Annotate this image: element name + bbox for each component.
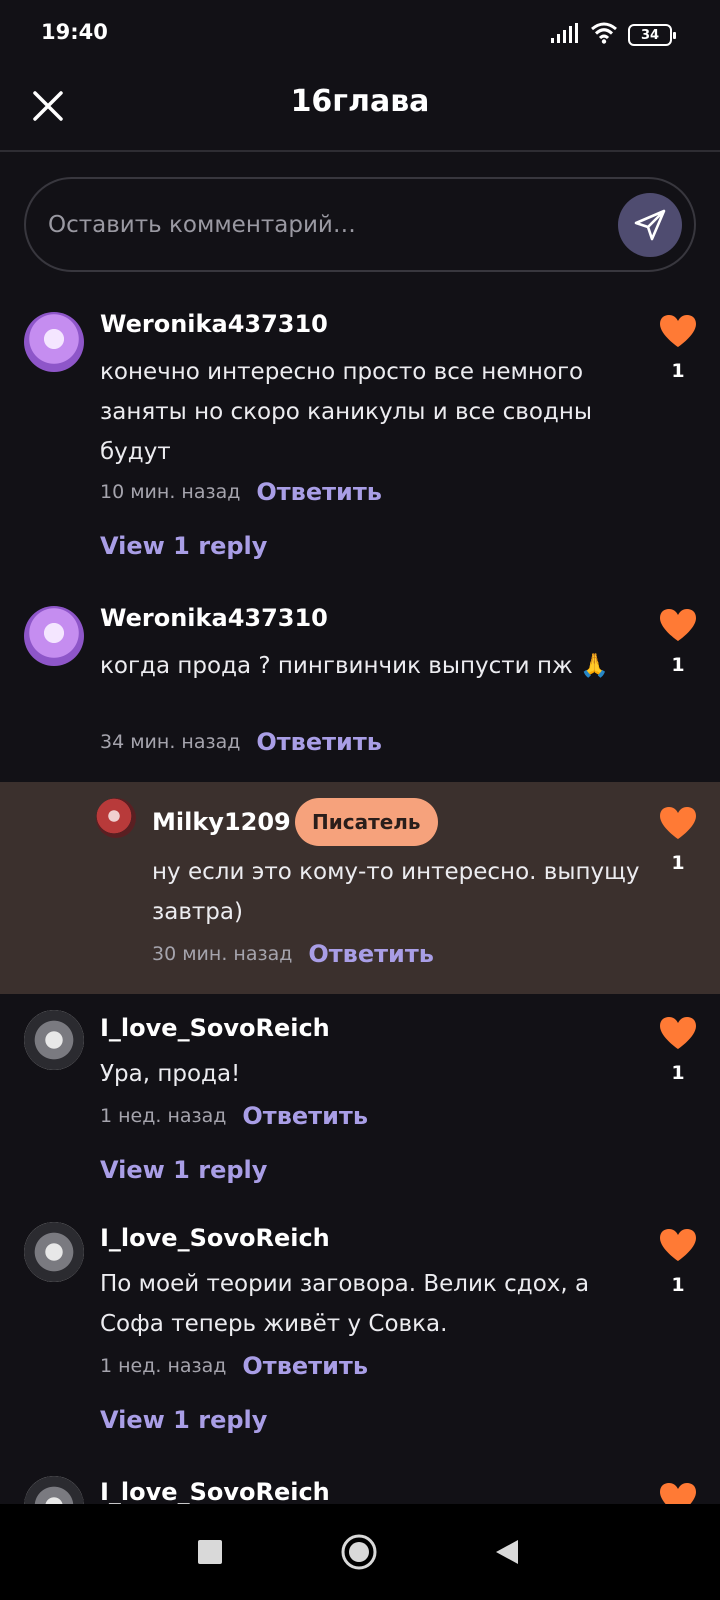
header: 16глава bbox=[0, 70, 720, 152]
comments-list: Weronika437310 конечно интересно просто … bbox=[0, 290, 720, 1504]
reply-button[interactable]: Ответить bbox=[308, 940, 434, 968]
status-icons: 34 bbox=[550, 20, 676, 50]
comment-box bbox=[24, 177, 696, 272]
heart-icon bbox=[660, 1483, 696, 1504]
like-button[interactable]: 1 bbox=[658, 314, 698, 382]
heart-icon bbox=[660, 1017, 696, 1049]
comment-time: 1 нед. назад bbox=[100, 1355, 227, 1377]
like-count: 1 bbox=[671, 1062, 685, 1084]
author-badge: Писатель bbox=[295, 798, 438, 846]
wifi-icon bbox=[590, 22, 618, 48]
like-count: 1 bbox=[671, 1274, 685, 1296]
comment-text: Ура, прода! bbox=[100, 1061, 241, 1087]
like-count: 1 bbox=[671, 654, 685, 676]
like-count: 1 bbox=[671, 360, 685, 382]
comment-meta: 1 нед. назад Ответить bbox=[100, 1102, 368, 1130]
user-avatar[interactable] bbox=[24, 1010, 84, 1070]
reply-item: Milky1209 Писатель ну если это кому-то и… bbox=[0, 782, 720, 994]
comment-item: I_love_SovoReich Ура, прода! 1 нед. наза… bbox=[0, 994, 720, 1210]
square-icon bbox=[198, 1540, 222, 1564]
reply-button[interactable]: Ответить bbox=[256, 728, 382, 756]
like-button[interactable]: 1 bbox=[658, 806, 698, 874]
send-button[interactable] bbox=[618, 193, 682, 257]
circle-icon bbox=[341, 1534, 377, 1570]
comment-input[interactable] bbox=[48, 179, 608, 270]
like-button[interactable]: 1 bbox=[658, 1016, 698, 1084]
comment-text: когда прода ? пингвинчик выпусти пж 🙏 bbox=[100, 653, 609, 679]
signal-icon bbox=[550, 22, 580, 48]
comment-time: 30 мин. назад bbox=[152, 943, 293, 965]
back-triangle-icon bbox=[496, 1540, 518, 1564]
status-time: 19:40 bbox=[41, 20, 108, 44]
back-button[interactable] bbox=[485, 1530, 529, 1574]
reply-button[interactable]: Ответить bbox=[242, 1102, 368, 1130]
comment-username[interactable]: Weronika437310 bbox=[100, 604, 328, 632]
comment-meta: 34 мин. назад Ответить bbox=[100, 728, 382, 756]
like-button[interactable] bbox=[658, 1482, 698, 1504]
comment-item: Weronika437310 когда прода ? пингвинчик … bbox=[0, 584, 720, 782]
view-replies-button[interactable]: View 1 reply bbox=[100, 532, 267, 560]
comment-time: 1 нед. назад bbox=[100, 1105, 227, 1127]
user-avatar[interactable] bbox=[24, 312, 84, 372]
heart-icon bbox=[660, 315, 696, 347]
status-bar: 19:40 34 bbox=[0, 0, 720, 70]
battery-icon: 34 bbox=[628, 24, 676, 46]
comment-item: I_love_SovoReich По моей теории заговора… bbox=[0, 1210, 720, 1464]
comment-username[interactable]: I_love_SovoReich bbox=[100, 1478, 330, 1504]
reply-button[interactable]: Ответить bbox=[256, 478, 382, 506]
system-nav-bar bbox=[0, 1504, 720, 1600]
send-icon bbox=[634, 209, 666, 241]
comment-meta: 10 мин. назад Ответить bbox=[100, 478, 382, 506]
page-title: 16глава bbox=[290, 84, 430, 119]
comment-time: 10 мин. назад bbox=[100, 481, 241, 503]
comment-username[interactable]: Milky1209 bbox=[152, 808, 291, 836]
comment-text: По моей теории заговора. Велик сдох, а С… bbox=[100, 1271, 590, 1337]
comment-username[interactable]: I_love_SovoReich bbox=[100, 1014, 330, 1042]
comment-meta: 1 нед. назад Ответить bbox=[100, 1352, 368, 1380]
heart-icon bbox=[660, 609, 696, 641]
reply-button[interactable]: Ответить bbox=[242, 1352, 368, 1380]
comment-username[interactable]: Weronika437310 bbox=[100, 310, 328, 338]
user-avatar[interactable] bbox=[24, 1476, 84, 1504]
comment-meta: 30 мин. назад Ответить bbox=[152, 940, 434, 968]
battery-level: 34 bbox=[640, 27, 660, 43]
home-button[interactable] bbox=[337, 1530, 381, 1574]
heart-icon bbox=[660, 1229, 696, 1261]
heart-icon bbox=[660, 807, 696, 839]
user-avatar[interactable] bbox=[96, 798, 136, 838]
user-avatar[interactable] bbox=[24, 1222, 84, 1282]
recents-button[interactable] bbox=[188, 1530, 232, 1574]
comment-time: 34 мин. назад bbox=[100, 731, 241, 753]
like-button[interactable]: 1 bbox=[658, 608, 698, 676]
comment-text: ну если это кому-то интересно. выпущу за… bbox=[152, 859, 640, 925]
view-replies-button[interactable]: View 1 reply bbox=[100, 1156, 267, 1184]
comment-text: конечно интересно просто все немного зан… bbox=[100, 359, 593, 465]
comment-username[interactable]: I_love_SovoReich bbox=[100, 1224, 330, 1252]
like-count: 1 bbox=[671, 852, 685, 874]
comment-item: I_love_SovoReich bbox=[0, 1464, 720, 1504]
user-avatar[interactable] bbox=[24, 606, 84, 666]
comment-item: Weronika437310 конечно интересно просто … bbox=[0, 290, 720, 584]
view-replies-button[interactable]: View 1 reply bbox=[100, 1406, 267, 1434]
like-button[interactable]: 1 bbox=[658, 1228, 698, 1296]
